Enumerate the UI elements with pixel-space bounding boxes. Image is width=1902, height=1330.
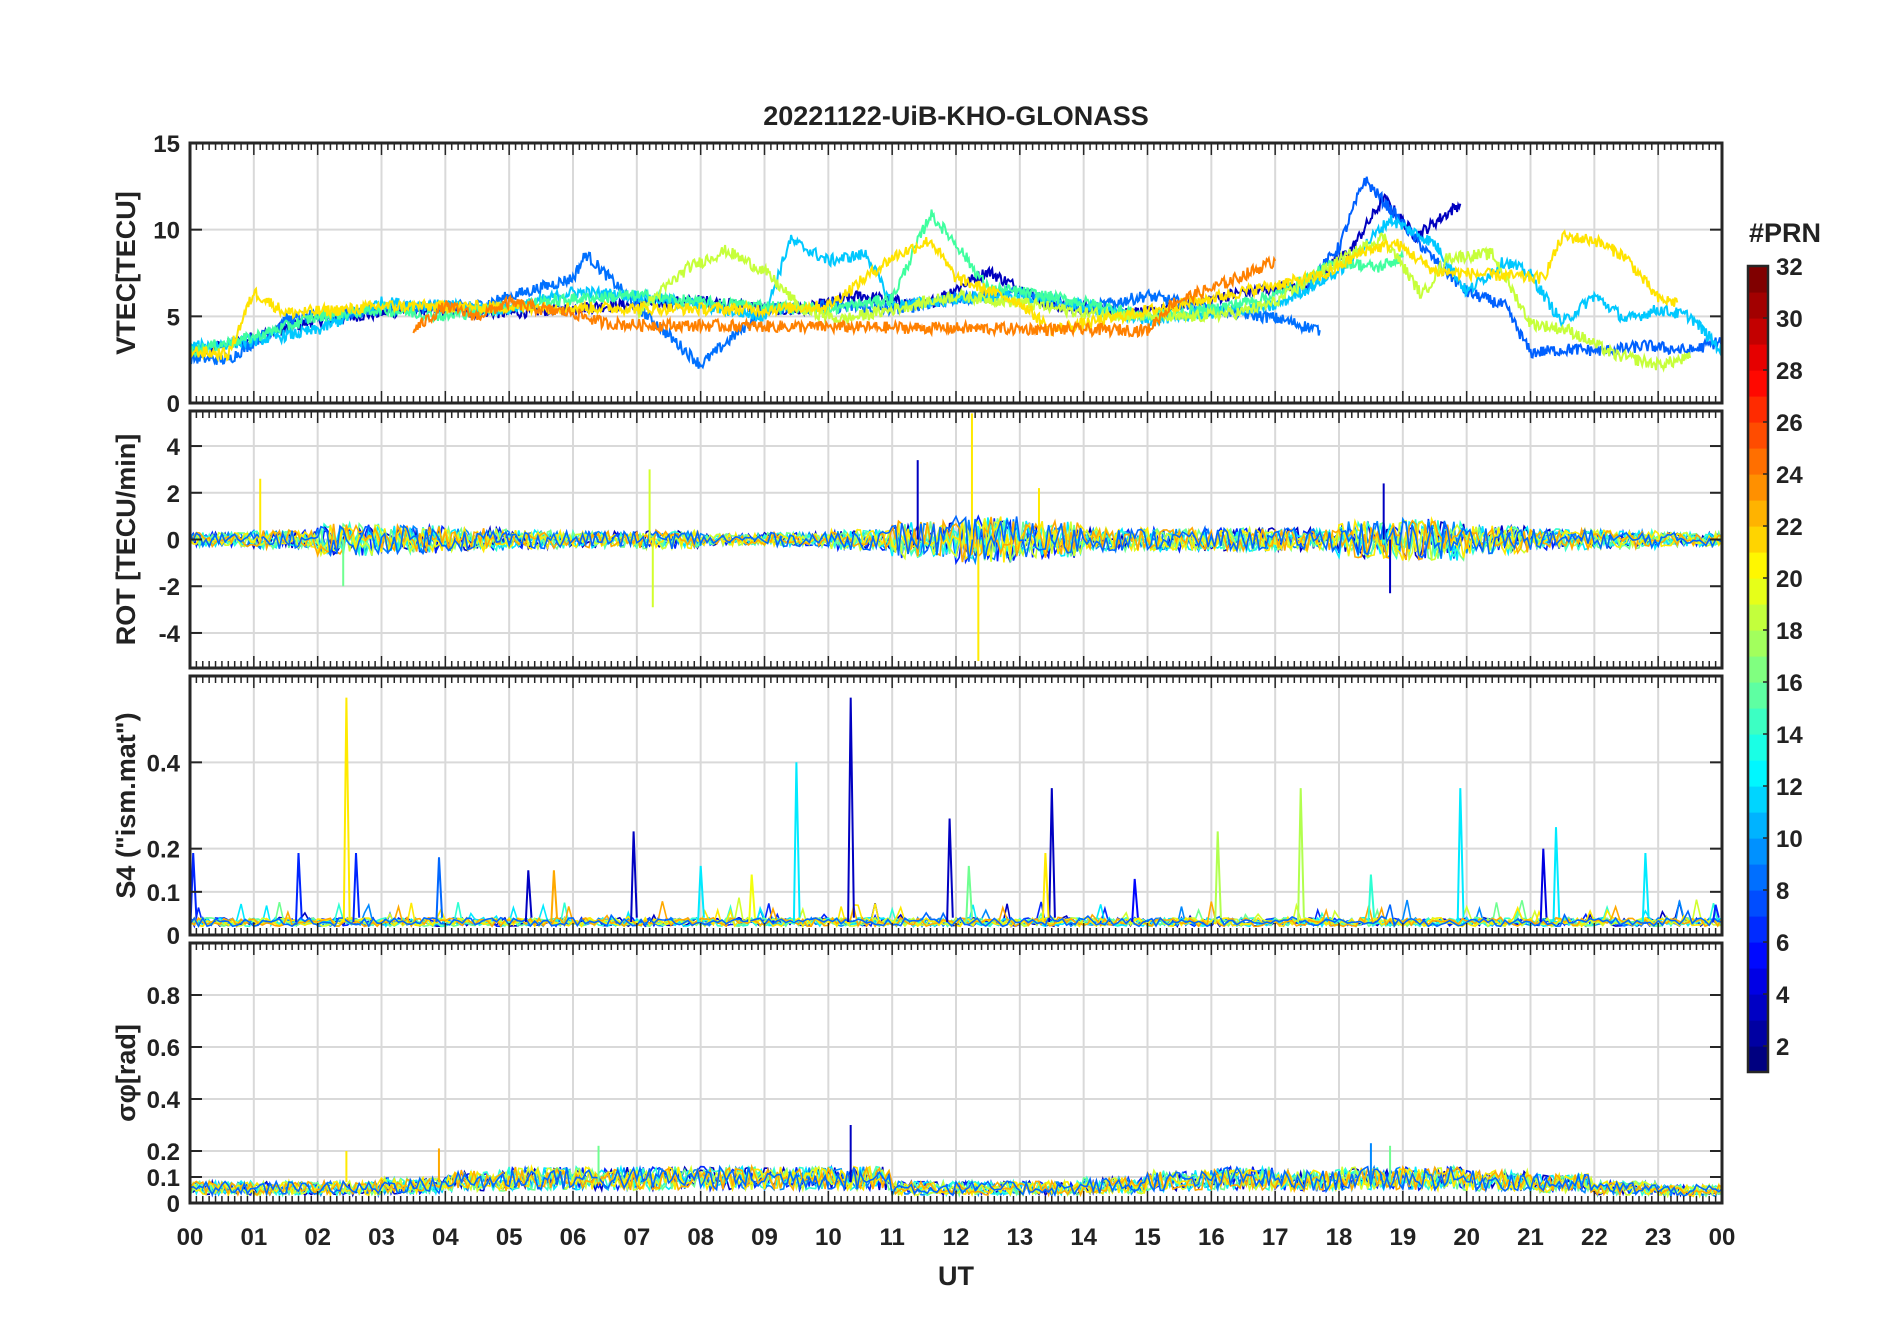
x-tick-label: 09 <box>751 1224 778 1251</box>
y-axis-label: S4 ("ism.mat") <box>111 712 141 898</box>
colorbar-tick-label: 20 <box>1776 566 1803 593</box>
colorbar-segment <box>1748 578 1768 605</box>
x-tick-label: 07 <box>623 1224 650 1251</box>
y-tick-label: 2 <box>167 481 180 508</box>
colorbar-segment <box>1748 890 1768 917</box>
colorbar-segment <box>1748 916 1768 943</box>
colorbar-segment <box>1748 266 1768 293</box>
colorbar-segment <box>1748 838 1768 865</box>
x-tick-label: 11 <box>879 1224 904 1251</box>
colorbar-tick-label: 30 <box>1776 306 1803 333</box>
colorbar-segment <box>1748 292 1768 319</box>
x-tick-label: 22 <box>1581 1224 1608 1251</box>
y-tick-label: 0.2 <box>147 837 180 864</box>
colorbar-tick-label: 12 <box>1776 774 1803 801</box>
y-tick-label: 0.6 <box>147 1035 180 1062</box>
x-tick-label: 10 <box>815 1224 842 1251</box>
x-tick-label: 21 <box>1517 1224 1544 1251</box>
y-tick-label: 10 <box>153 218 180 245</box>
chart-figure: 20221122-UiB-KHO-GLONASS 051015VTEC[TECU… <box>0 0 1902 1330</box>
y-axis-label: VTEC[TECU] <box>111 191 141 355</box>
x-tick-label: 06 <box>560 1224 587 1251</box>
y-tick-label: 0.1 <box>147 1165 180 1192</box>
colorbar-segment <box>1748 968 1768 995</box>
y-axis-label: σφ[rad] <box>111 1024 141 1122</box>
x-tick-label: 05 <box>496 1224 523 1251</box>
colorbar-tick-label: 14 <box>1776 722 1803 749</box>
y-tick-label: 0 <box>167 391 180 418</box>
colorbar-segment <box>1748 396 1768 423</box>
x-tick-label: 20 <box>1453 1224 1480 1251</box>
y-tick-label: 15 <box>153 131 180 158</box>
x-tick-label: 16 <box>1198 1224 1225 1251</box>
colorbar-tick-label: 16 <box>1776 670 1803 697</box>
y-tick-label: 0.4 <box>147 750 181 777</box>
x-tick-label: 08 <box>687 1224 714 1251</box>
x-tick-label: 03 <box>368 1224 395 1251</box>
y-tick-label: 0 <box>167 528 180 555</box>
colorbar-segment <box>1748 994 1768 1021</box>
x-tick-label: 00 <box>177 1224 204 1251</box>
colorbar-segment <box>1748 422 1768 449</box>
colorbar-segment <box>1748 604 1768 631</box>
colorbar-segment <box>1748 656 1768 683</box>
colorbar-segment <box>1748 864 1768 891</box>
colorbar-segment <box>1748 760 1768 787</box>
y-tick-label: 0.4 <box>147 1087 181 1114</box>
colorbar-segment <box>1748 526 1768 553</box>
colorbar-segment <box>1748 630 1768 657</box>
x-tick-label: 14 <box>1070 1224 1097 1251</box>
colorbar-tick-label: 22 <box>1776 514 1803 541</box>
y-tick-label: 4 <box>167 434 181 461</box>
colorbar-tick-label: 32 <box>1776 254 1803 281</box>
colorbar-segment <box>1748 1046 1768 1073</box>
x-tick-label: 23 <box>1645 1224 1672 1251</box>
x-axis-label: UT <box>938 1261 974 1291</box>
x-tick-label: 00 <box>1709 1224 1736 1251</box>
x-tick-label: 02 <box>304 1224 331 1251</box>
colorbar-segment <box>1748 812 1768 839</box>
y-tick-label: 0 <box>167 923 180 950</box>
colorbar-segment <box>1748 500 1768 527</box>
x-tick-label: 12 <box>943 1224 970 1251</box>
x-tick-label: 17 <box>1262 1224 1289 1251</box>
colorbar-title: #PRN <box>1749 218 1821 248</box>
y-tick-label: 0.2 <box>147 1139 180 1166</box>
colorbar-segment <box>1748 448 1768 475</box>
chart-title: 20221122-UiB-KHO-GLONASS <box>763 101 1149 131</box>
y-tick-label: 0.8 <box>147 983 180 1010</box>
colorbar-segment <box>1748 344 1768 371</box>
x-tick-label: 15 <box>1134 1224 1161 1251</box>
y-tick-label: -2 <box>159 574 180 601</box>
y-tick-label: 0 <box>167 1191 180 1218</box>
colorbar-segment <box>1748 734 1768 761</box>
colorbar-tick-label: 28 <box>1776 358 1803 385</box>
colorbar-segment <box>1748 318 1768 345</box>
colorbar-segment <box>1748 682 1768 709</box>
y-tick-label: 5 <box>167 304 180 331</box>
x-tick-label: 01 <box>240 1224 267 1251</box>
x-tick-label: 18 <box>1326 1224 1353 1251</box>
colorbar-segment <box>1748 370 1768 397</box>
colorbar-segment <box>1748 474 1768 501</box>
colorbar-tick-label: 8 <box>1776 878 1789 905</box>
y-tick-label: 0.1 <box>147 880 180 907</box>
colorbar-segment <box>1748 1020 1768 1047</box>
x-tick-label: 04 <box>432 1224 459 1251</box>
colorbar-segment <box>1748 552 1768 579</box>
x-tick-label: 19 <box>1389 1224 1416 1251</box>
colorbar-tick-label: 10 <box>1776 826 1803 853</box>
colorbar-tick-label: 18 <box>1776 618 1803 645</box>
colorbar-tick-label: 24 <box>1776 462 1803 489</box>
colorbar-segment <box>1748 786 1768 813</box>
colorbar-segment <box>1748 708 1768 735</box>
y-axis-label: ROT [TECU/min] <box>111 434 141 645</box>
y-tick-label: -4 <box>159 621 181 648</box>
colorbar-tick-label: 2 <box>1776 1034 1789 1061</box>
x-tick-label: 13 <box>1006 1224 1033 1251</box>
colorbar-tick-label: 6 <box>1776 930 1789 957</box>
colorbar-segment <box>1748 942 1768 969</box>
colorbar-tick-label: 4 <box>1776 982 1790 1009</box>
colorbar-tick-label: 26 <box>1776 410 1803 437</box>
